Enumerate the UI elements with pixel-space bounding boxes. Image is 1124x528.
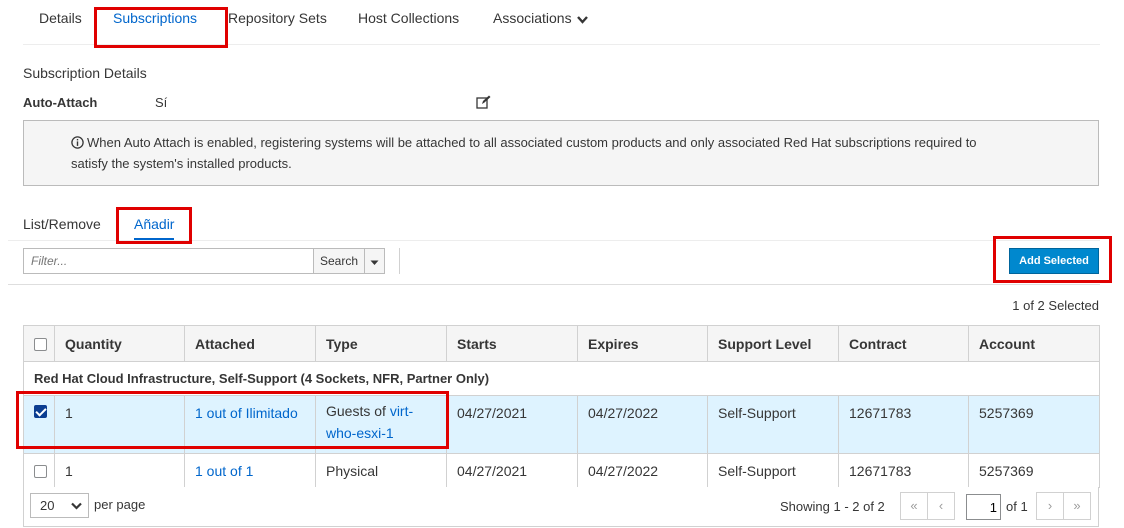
first-page-button[interactable]: «: [900, 492, 928, 520]
auto-attach-value: Sí: [155, 95, 168, 110]
cell-expires: 04/27/2022: [577, 395, 708, 454]
host-link-continued[interactable]: who-esxi-1: [326, 425, 394, 441]
select-all-cell: [23, 325, 55, 362]
row-checkbox[interactable]: [34, 465, 47, 479]
chevron-down-icon: [71, 502, 82, 510]
cell-support-level: Self-Support: [707, 395, 839, 454]
showing-range: Showing 1 - 2 of 2: [780, 499, 885, 514]
column-header-attached[interactable]: Attached: [184, 325, 316, 362]
tab-associations[interactable]: Associations: [493, 10, 589, 26]
table-row[interactable]: 1 1 out of Ilimitado Guests of virt- who…: [23, 395, 1100, 454]
tab-associations-label: Associations: [493, 10, 572, 26]
cell-contract: 12671783: [838, 395, 969, 454]
toolbar-separator: [399, 248, 400, 274]
tab-subscriptions[interactable]: Subscriptions: [113, 10, 197, 26]
row-select-cell: [23, 453, 55, 488]
subscriptions-table: Quantity Attached Type Starts Expires Su…: [23, 325, 1100, 488]
add-selected-button[interactable]: Add Selected: [1009, 248, 1099, 274]
row-select-cell: [23, 395, 55, 454]
column-header-contract[interactable]: Contract: [838, 325, 969, 362]
per-page-value: 20: [40, 498, 55, 513]
cell-account: 5257369: [968, 395, 1100, 454]
auto-attach-label: Auto-Attach: [23, 95, 98, 110]
cell-attached: 1 out of 1: [184, 453, 316, 488]
group-label: Red Hat Cloud Infrastructure, Self-Suppo…: [23, 361, 1100, 396]
section-title: Subscription Details: [23, 65, 147, 81]
column-header-type[interactable]: Type: [315, 325, 447, 362]
filter-input[interactable]: [23, 248, 314, 274]
auto-attach-info-box: When Auto Attach is enabled, registering…: [23, 120, 1099, 186]
cell-type: Guests of virt- who-esxi-1: [315, 395, 447, 454]
type-prefix: Guests of: [326, 403, 386, 419]
info-text-1: When Auto Attach is enabled, registering…: [87, 135, 977, 150]
attached-link[interactable]: 1 out of Ilimitado: [195, 405, 298, 421]
per-page-label: per page: [94, 497, 146, 512]
info-text-line-2: satisfy the system's installed products.: [71, 156, 292, 171]
subtab-list-remove[interactable]: List/Remove: [23, 216, 101, 232]
cell-starts: 04/27/2021: [446, 453, 578, 488]
per-page-select[interactable]: 20: [30, 493, 89, 518]
last-page-button[interactable]: »: [1063, 492, 1091, 520]
search-dropdown-button[interactable]: [364, 248, 385, 274]
chevron-down-icon: [577, 15, 589, 24]
subtab-divider: [8, 240, 1100, 241]
column-header-support-level[interactable]: Support Level: [707, 325, 839, 362]
tab-details[interactable]: Details: [39, 10, 82, 26]
prev-page-button[interactable]: ‹: [927, 492, 955, 520]
cell-starts: 04/27/2021: [446, 395, 578, 454]
info-circle-icon: [71, 136, 84, 149]
info-text-line-1: When Auto Attach is enabled, registering…: [71, 135, 977, 150]
cell-support-level: Self-Support: [707, 453, 839, 488]
cell-quantity: 1: [54, 453, 185, 488]
selected-count: 1 of 2 Selected: [1012, 298, 1099, 313]
cell-contract: 12671783: [838, 453, 969, 488]
search-button[interactable]: Search: [313, 248, 365, 274]
chevron-left-icon: ‹: [938, 498, 944, 513]
edit-icon[interactable]: [476, 95, 491, 109]
next-page-button[interactable]: ›: [1036, 492, 1064, 520]
cell-expires: 04/27/2022: [577, 453, 708, 488]
double-chevron-right-icon: »: [1073, 498, 1081, 513]
host-link[interactable]: virt-: [390, 403, 413, 419]
select-all-checkbox[interactable]: [34, 338, 47, 352]
cell-account: 5257369: [968, 453, 1100, 488]
column-header-expires[interactable]: Expires: [577, 325, 708, 362]
table-header-row: Quantity Attached Type Starts Expires Su…: [23, 325, 1100, 362]
double-chevron-left-icon: «: [910, 498, 918, 513]
toolbar-divider: [8, 284, 1100, 285]
column-header-quantity[interactable]: Quantity: [54, 325, 185, 362]
row-checkbox-checked[interactable]: [34, 405, 47, 418]
cell-type: Physical: [315, 453, 447, 488]
subtab-add[interactable]: Añadir: [134, 216, 174, 232]
table-group-row: Red Hat Cloud Infrastructure, Self-Suppo…: [23, 361, 1100, 396]
attached-link[interactable]: 1 out of 1: [195, 463, 253, 479]
tab-repository-sets[interactable]: Repository Sets: [228, 10, 327, 26]
cell-attached: 1 out of Ilimitado: [184, 395, 316, 454]
caret-down-icon: [370, 260, 379, 265]
table-row[interactable]: 1 1 out of 1 Physical 04/27/2021 04/27/2…: [23, 453, 1100, 488]
column-header-starts[interactable]: Starts: [446, 325, 578, 362]
cell-quantity: 1: [54, 395, 185, 454]
page-of-label: of 1: [1006, 499, 1028, 514]
page-number-input[interactable]: [966, 494, 1001, 520]
column-header-account[interactable]: Account: [968, 325, 1100, 362]
tab-host-collections[interactable]: Host Collections: [358, 10, 459, 26]
chevron-right-icon: ›: [1047, 498, 1053, 513]
